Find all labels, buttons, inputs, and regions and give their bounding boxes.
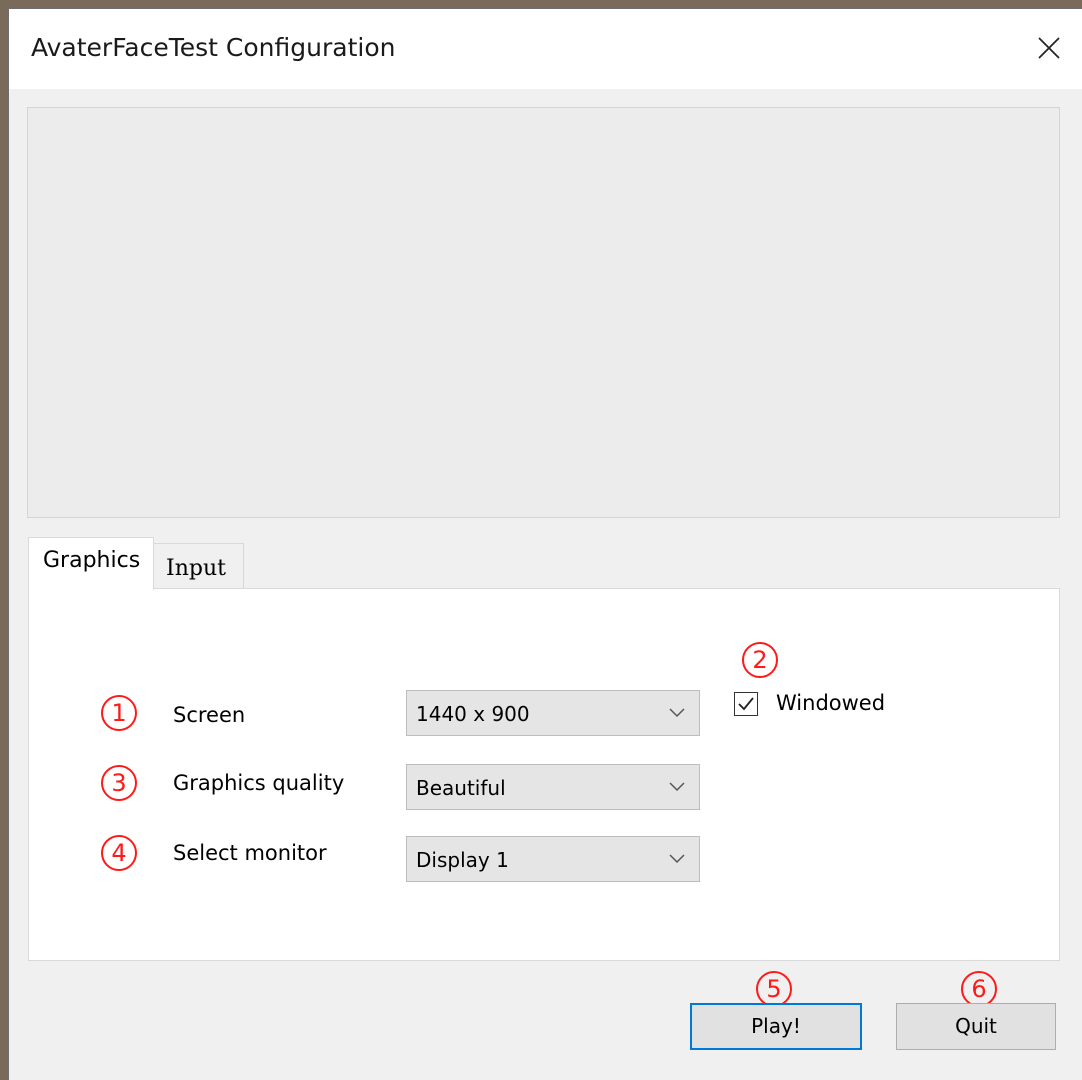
quit-button[interactable]: Quit (896, 1003, 1056, 1050)
play-button[interactable]: Play! (690, 1003, 862, 1050)
close-button[interactable] (1016, 9, 1082, 89)
tab-graphics[interactable]: Graphics (28, 537, 154, 590)
header-image-area (27, 107, 1060, 518)
window-title: AvaterFaceTest Configuration (31, 33, 396, 62)
annotation-marker-6: 6 (961, 971, 997, 1007)
screen-resolution-select[interactable]: 1440 x 900 (406, 690, 700, 736)
checkmark-icon (738, 697, 754, 711)
screen-label: Screen (173, 703, 246, 727)
monitor-select[interactable]: Display 1 (406, 836, 700, 882)
graphics-quality-select[interactable]: Beautiful (406, 764, 700, 810)
tab-input[interactable]: Input (154, 543, 244, 589)
annotation-marker-2: 2 (742, 642, 778, 678)
windowed-label: Windowed (776, 691, 886, 715)
screen-resolution-value: 1440 x 900 (416, 702, 530, 726)
annotation-marker-3: 3 (101, 765, 137, 801)
title-bar: AvaterFaceTest Configuration (9, 9, 1082, 89)
graphics-quality-value: Beautiful (416, 776, 506, 800)
annotation-marker-5: 5 (756, 971, 792, 1007)
annotation-marker-1: 1 (101, 695, 137, 731)
chevron-down-icon (669, 782, 685, 792)
chevron-down-icon (669, 708, 685, 718)
monitor-value: Display 1 (416, 848, 509, 872)
close-icon (1038, 37, 1060, 59)
chevron-down-icon (669, 854, 685, 864)
windowed-checkbox[interactable] (734, 692, 758, 716)
graphics-quality-label: Graphics quality (173, 771, 345, 795)
select-monitor-label: Select monitor (173, 841, 327, 865)
annotation-marker-4: 4 (101, 835, 137, 871)
